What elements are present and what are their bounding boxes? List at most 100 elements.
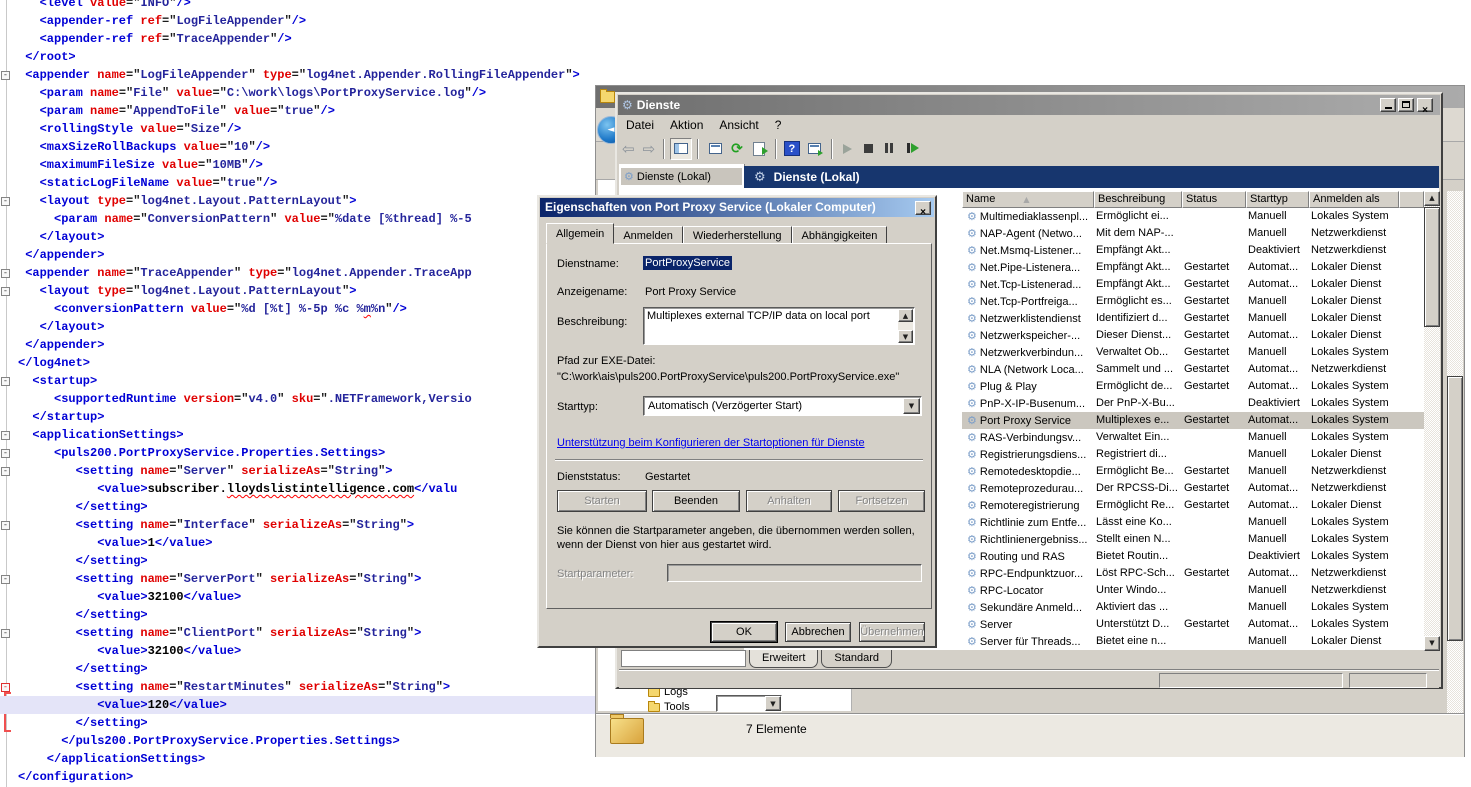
- column-header-anmelden-als[interactable]: Anmelden als: [1309, 191, 1399, 208]
- service-row[interactable]: ⚙Net.Tcp-Portfreiga...Ermöglicht es...Ge…: [962, 293, 1424, 310]
- menu-item-datei[interactable]: Datei: [618, 115, 662, 135]
- service-row[interactable]: ⚙PnP-X-IP-Busenum...Der PnP-X-Bu...Deakt…: [962, 395, 1424, 412]
- startoptions-help-link[interactable]: Unterstützung beim Konfigurieren der Sta…: [557, 437, 865, 449]
- starttype-combobox[interactable]: Automatisch (Verzögerter Start) ▼: [643, 396, 922, 416]
- ok-button[interactable]: OK: [711, 622, 777, 642]
- view-tab-standard[interactable]: Standard: [821, 650, 892, 668]
- services-column-headers[interactable]: Name▲BeschreibungStatusStarttypAnmelden …: [962, 191, 1424, 208]
- chevron-down-icon[interactable]: ▼: [765, 696, 781, 711]
- action-pane-icon[interactable]: [804, 138, 826, 160]
- scroll-down-icon[interactable]: ▼: [1424, 636, 1440, 651]
- cancel-button[interactable]: Abbrechen: [785, 622, 851, 642]
- description-scrollbar[interactable]: ▲ ▼: [898, 309, 913, 343]
- services-title-bar[interactable]: ⚙Dienste ×: [618, 95, 1440, 115]
- scroll-down-icon[interactable]: ▼: [898, 330, 913, 343]
- scroll-up-icon[interactable]: ▲: [898, 309, 913, 322]
- tab-anmelden[interactable]: Anmelden: [613, 226, 683, 244]
- code-line[interactable]: <appender-ref ref="TraceAppender"/>: [0, 30, 1471, 48]
- apply-button[interactable]: Übernehmen: [859, 622, 925, 642]
- close-button[interactable]: ×: [915, 201, 931, 215]
- service-row[interactable]: ⚙Richtlinienergebniss...Stellt einen N..…: [962, 531, 1424, 548]
- view-tab-erweitert[interactable]: Erweitert: [749, 650, 818, 668]
- help-icon[interactable]: ?: [784, 141, 800, 156]
- startparameter-field[interactable]: [667, 564, 922, 582]
- service-row[interactable]: ⚙Netzwerkverbindun...Verwaltet Ob...Gest…: [962, 344, 1424, 361]
- stop-service-icon[interactable]: [864, 144, 873, 153]
- menu-bar[interactable]: DateiAktionAnsicht?: [618, 115, 1440, 136]
- menu-item-aktion[interactable]: Aktion: [662, 115, 711, 135]
- service-gear-icon: ⚙: [967, 635, 977, 648]
- menu-item-[interactable]: ?: [767, 115, 790, 135]
- start-button[interactable]: Starten: [557, 490, 647, 512]
- pause-button[interactable]: Anhalten: [746, 490, 832, 512]
- dialog-tabs[interactable]: AllgemeinAnmeldenWiederherstellungAbhäng…: [546, 223, 887, 244]
- refresh-icon[interactable]: ⟳: [731, 141, 743, 157]
- service-row[interactable]: ⚙Remoteprozedurau...Der RPCSS-Di...Gesta…: [962, 480, 1424, 497]
- menu-item-ansicht[interactable]: Ansicht: [711, 115, 766, 135]
- service-row[interactable]: ⚙RPC-LocatorUnter Windo...ManuellNetzwer…: [962, 582, 1424, 599]
- tab-allgemein[interactable]: Allgemein: [546, 223, 614, 244]
- forward-icon[interactable]: ⇨: [643, 138, 656, 160]
- service-row[interactable]: ⚙Registrierungsdiens...Registriert di...…: [962, 446, 1424, 463]
- service-row[interactable]: ⚙ServerUnterstützt D...GestartetAutomat.…: [962, 616, 1424, 633]
- explorer-combo[interactable]: ▼: [716, 695, 782, 712]
- services-table[interactable]: ⚙Multimediaklassenpl...Ermöglicht ei...M…: [962, 208, 1424, 650]
- service-row[interactable]: ⚙Multimediaklassenpl...Ermöglicht ei...M…: [962, 208, 1424, 225]
- service-row[interactable]: ⚙Richtlinie zum Entfe...Lässt eine Ko...…: [962, 514, 1424, 531]
- export-list-icon[interactable]: [748, 138, 770, 160]
- view-tabs[interactable]: ErweitertStandard: [749, 650, 895, 668]
- services-scrollbar[interactable]: ▲ ▼: [1424, 191, 1440, 651]
- code-line[interactable]: <level value="INFO"/>: [0, 0, 1471, 12]
- scroll-up-icon[interactable]: ▲: [1424, 191, 1440, 206]
- column-header-status[interactable]: Status: [1182, 191, 1246, 208]
- dialog-title-bar[interactable]: Eigenschaften von Port Proxy Service (Lo…: [540, 198, 934, 217]
- code-line[interactable]: </root>: [0, 48, 1471, 66]
- service-row[interactable]: ⚙Plug & PlayErmöglicht de...GestartetAut…: [962, 378, 1424, 395]
- service-row[interactable]: ⚙RAS-Verbindungsv...Verwaltet Ein...Manu…: [962, 429, 1424, 446]
- column-header-beschreibung[interactable]: Beschreibung: [1094, 191, 1182, 208]
- tab-abhängigkeiten[interactable]: Abhängigkeiten: [792, 226, 888, 244]
- service-row[interactable]: ⚙RemoteregistrierungErmöglicht Re...Gest…: [962, 497, 1424, 514]
- show-console-tree-icon[interactable]: [670, 138, 692, 160]
- code-line[interactable]: <appender name="LogFileAppender" type="l…: [0, 66, 1471, 84]
- service-row[interactable]: ⚙NLA (Network Loca...Sammelt und ...Gest…: [962, 361, 1424, 378]
- service-cell: Aktiviert das ...: [1094, 599, 1182, 616]
- properties-dialog[interactable]: Eigenschaften von Port Proxy Service (Lo…: [537, 195, 937, 648]
- start-service-icon[interactable]: [843, 144, 852, 154]
- service-row[interactable]: ⚙Remotedesktopdie...Ermöglicht Be...Gest…: [962, 463, 1424, 480]
- tree-item-dienste-lokal[interactable]: ⚙Dienste (Lokal): [621, 168, 742, 185]
- column-header-starttyp[interactable]: Starttyp: [1246, 191, 1309, 208]
- tab-wiederherstellung[interactable]: Wiederherstellung: [683, 226, 792, 244]
- description-field[interactable]: Multiplexes external TCP/IP data on loca…: [643, 307, 915, 345]
- resume-button[interactable]: Fortsetzen: [838, 490, 925, 512]
- pause-service-icon[interactable]: [885, 140, 895, 158]
- service-name-value[interactable]: PortProxyService: [643, 256, 732, 270]
- service-row[interactable]: ⚙Net.Msmq-Listener...Empfängt Akt...Deak…: [962, 242, 1424, 259]
- service-row[interactable]: ⚙Netzwerkspeicher-...Dieser Dienst...Ges…: [962, 327, 1424, 344]
- code-line[interactable]: <appender-ref ref="LogFileAppender"/>: [0, 12, 1471, 30]
- service-row[interactable]: ⚙RPC-Endpunktzuor...Löst RPC-Sch...Gesta…: [962, 565, 1424, 582]
- stop-button[interactable]: Beenden: [652, 490, 740, 512]
- column-header-name[interactable]: Name▲: [962, 191, 1094, 208]
- chevron-down-icon[interactable]: ▼: [903, 398, 920, 414]
- minimize-button[interactable]: [1380, 98, 1396, 112]
- code-line[interactable]: <value>120</value>: [0, 696, 697, 714]
- service-row[interactable]: ⚙Routing und RASBietet Routin...Deaktivi…: [962, 548, 1424, 565]
- scrollbar-thumb[interactable]: [1424, 207, 1440, 327]
- scrollbar-thumb[interactable]: [1447, 376, 1463, 641]
- code-line[interactable]: </configuration>: [0, 768, 1471, 786]
- back-icon[interactable]: ⇦: [622, 138, 635, 160]
- service-row[interactable]: ⚙NetzwerklistendienstIdentifiziert d...G…: [962, 310, 1424, 327]
- restart-service-icon[interactable]: [907, 140, 919, 158]
- service-gear-icon: ⚙: [967, 329, 977, 342]
- service-row[interactable]: ⚙Net.Pipe-Listenera...Empfängt Akt...Ges…: [962, 259, 1424, 276]
- explorer-scrollbar[interactable]: [1447, 191, 1463, 713]
- service-row[interactable]: ⚙Server für Threads...Bietet eine n...Ma…: [962, 633, 1424, 650]
- maximize-button[interactable]: [1398, 98, 1414, 112]
- close-button[interactable]: ×: [1417, 98, 1433, 112]
- service-row[interactable]: ⚙Sekundäre Anmeld...Aktiviert das ...Man…: [962, 599, 1424, 616]
- service-row[interactable]: ⚙NAP-Agent (Netwo...Mit dem NAP-...Manue…: [962, 225, 1424, 242]
- service-row[interactable]: ⚙Net.Tcp-Listenerad...Empfängt Akt...Ges…: [962, 276, 1424, 293]
- service-row[interactable]: ⚙Port Proxy ServiceMultiplexes e...Gesta…: [962, 412, 1424, 429]
- properties-icon[interactable]: [704, 138, 726, 160]
